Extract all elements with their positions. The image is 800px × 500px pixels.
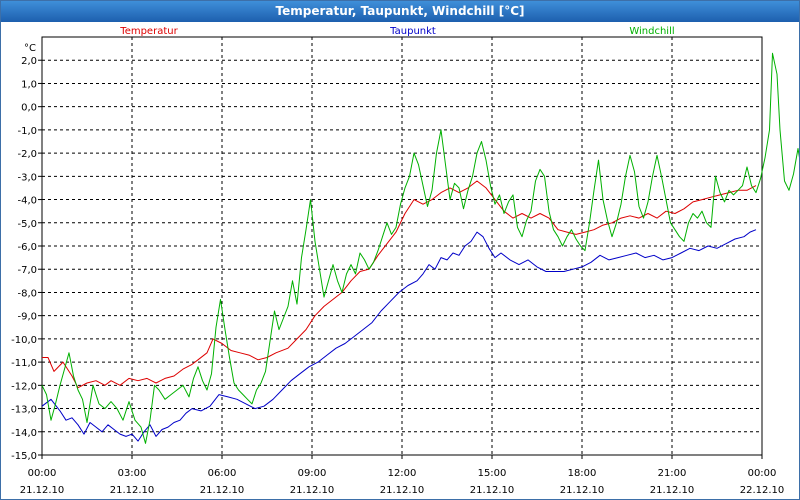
- y-tick-label: -6,0: [17, 242, 37, 253]
- chart-title: Temperatur, Taupunkt, Windchill [°C]: [1, 1, 799, 22]
- y-tick-label: -7,0: [17, 265, 37, 276]
- y-tick-label: -11,0: [11, 358, 37, 369]
- y-tick-label: -5,0: [17, 219, 37, 230]
- legend: Temperatur Taupunkt Windchill: [119, 26, 674, 37]
- x-tick-time-label: 00:00: [748, 468, 777, 479]
- x-tick-time-label: 12:00: [388, 468, 417, 479]
- legend-entry-temperatur: Temperatur: [119, 26, 178, 37]
- y-tick-label: -14,0: [11, 428, 37, 439]
- y-tick-label: -10,0: [11, 335, 37, 346]
- y-tick-label: 1,0: [21, 79, 37, 90]
- y-tick-label: -2,0: [17, 149, 37, 160]
- y-tick-label: -12,0: [11, 381, 37, 392]
- x-tick-time-label: 18:00: [568, 468, 597, 479]
- y-tick-label: 0,0: [21, 103, 37, 114]
- y-tick-label: -13,0: [11, 405, 37, 416]
- y-tick-label: -3,0: [17, 172, 37, 183]
- x-tick-date-label: 21.12.10: [290, 485, 335, 496]
- x-tick-date-label: 21.12.10: [20, 485, 65, 496]
- legend-entry-windchill: Windchill: [629, 26, 674, 37]
- chart-window: Temperatur, Taupunkt, Windchill [°C] 2,0…: [0, 0, 800, 500]
- x-tick-time-label: 03:00: [118, 468, 147, 479]
- x-tick-time-label: 00:00: [28, 468, 57, 479]
- y-axis-unit: °C: [24, 43, 36, 54]
- y-tick-label: 2,0: [21, 56, 37, 67]
- x-tick-date-label: 21.12.10: [560, 485, 605, 496]
- legend-entry-taupunkt: Taupunkt: [389, 26, 436, 37]
- x-tick-time-label: 21:00: [658, 468, 687, 479]
- x-tick-time-label: 15:00: [478, 468, 507, 479]
- x-tick-time-label: 09:00: [298, 468, 327, 479]
- y-tick-label: -4,0: [17, 196, 37, 207]
- y-tick-label: -1,0: [17, 126, 37, 137]
- x-tick-date-label: 21.12.10: [650, 485, 695, 496]
- x-tick-date-label: 22.12.10: [740, 485, 785, 496]
- x-tick-date-label: 21.12.10: [110, 485, 155, 496]
- x-tick-date-label: 21.12.10: [200, 485, 245, 496]
- y-tick-label: -9,0: [17, 312, 37, 323]
- x-tick-time-label: 06:00: [208, 468, 237, 479]
- x-tick-date-label: 21.12.10: [380, 485, 425, 496]
- x-tick-date-label: 21.12.10: [470, 485, 515, 496]
- y-tick-label: -8,0: [17, 288, 37, 299]
- y-tick-label: -15,0: [11, 451, 37, 462]
- chart-plot: 2,0 1,0 0,0 -1,0 -2,0 -3,0 -4,0 -5,0 -6,0 -7,0 -8,…: [11, 26, 799, 496]
